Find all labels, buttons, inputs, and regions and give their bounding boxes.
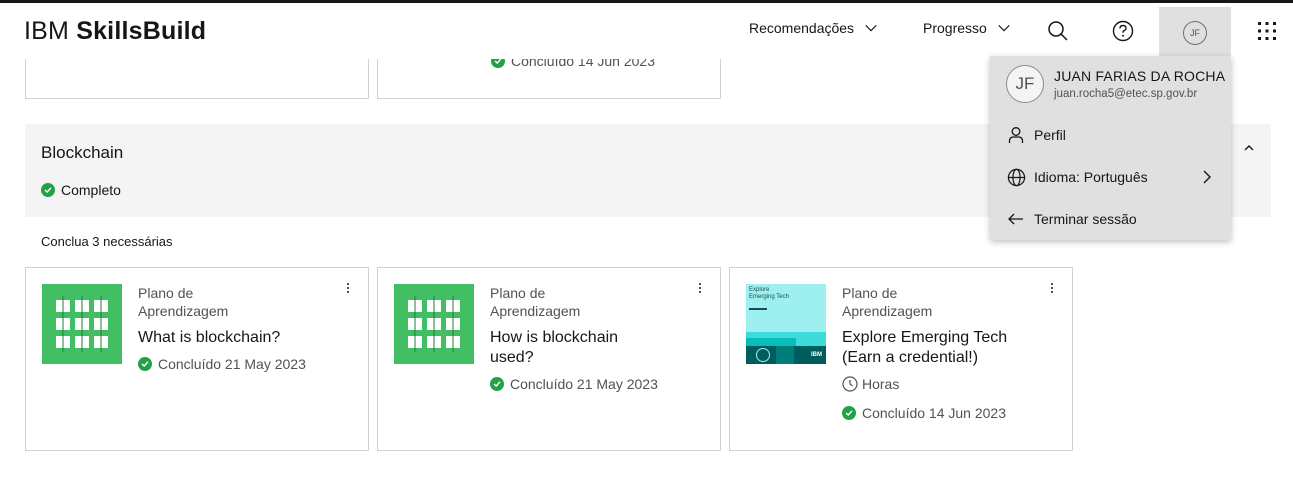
user-info: JF JUAN FARIAS DA ROCHA juan.rocha5@etec… <box>990 56 1231 112</box>
section-title: Blockchain <box>41 143 124 162</box>
app-switcher-button[interactable] <box>1243 7 1291 55</box>
menu-item-logout[interactable]: Terminar sessão <box>990 199 1231 239</box>
chevron-up-icon[interactable] <box>1243 142 1255 154</box>
overflow-menu-icon[interactable] <box>1044 278 1060 298</box>
checkmark-icon <box>491 59 505 68</box>
user-menu: JF JUAN FARIAS DA ROCHA juan.rocha5@etec… <box>990 56 1231 240</box>
thumbnail-text: Explore Emerging Tech <box>749 287 789 300</box>
ibm-logo: IBM <box>811 352 822 358</box>
avatar: JF <box>1006 65 1044 103</box>
arrow-left-icon <box>1006 209 1026 229</box>
user-email: juan.rocha5@etec.sp.gov.br <box>1054 88 1198 100</box>
user-avatar-button[interactable]: JF <box>1159 7 1231 59</box>
card-status: Concluído 21 May 2023 <box>490 376 658 392</box>
blockchain-thumbnail <box>394 284 474 364</box>
app-switcher-icon <box>1258 22 1276 40</box>
card-title[interactable]: Explore Emerging Tech (Earn a credential… <box>842 328 1032 368</box>
course-card[interactable]: Explore Emerging Tech IBM Plano de Aprend… <box>729 267 1073 451</box>
card-title[interactable]: What is blockchain? <box>138 328 318 348</box>
nav-progress-label: Progresso <box>923 20 987 36</box>
menu-item-profile[interactable]: Perfil <box>990 115 1231 155</box>
help-button[interactable] <box>1099 7 1147 55</box>
help-icon <box>1112 20 1134 42</box>
card-status: Concluído 21 May 2023 <box>138 356 306 372</box>
card-duration: Horas <box>842 376 899 392</box>
checkmark-icon <box>842 406 856 420</box>
globe-icon <box>1006 167 1026 187</box>
card-type: Plano de Aprendizagem <box>842 285 933 319</box>
header: IBM SkillsBuild Recomendações Progresso … <box>0 3 1293 59</box>
user-name: JUAN FARIAS DA ROCHA <box>1054 68 1226 84</box>
card-type: Plano de Aprendizagem <box>138 285 229 319</box>
previous-card[interactable]: Concluído 14 Jun 2023 <box>377 59 721 99</box>
section-status: Completo <box>41 182 121 198</box>
card-status: Concluído 14 Jun 2023 <box>842 405 1006 421</box>
previous-card[interactable] <box>25 59 369 99</box>
avatar: JF <box>1183 21 1207 45</box>
course-card[interactable]: Plano de Aprendizagem How is blockchain … <box>377 267 721 451</box>
card-title[interactable]: How is blockchain used? <box>490 328 650 368</box>
nav-recommendations-label: Recomendações <box>749 20 855 36</box>
user-icon <box>1006 125 1026 145</box>
clock-icon <box>842 376 858 392</box>
nav-recommendations[interactable]: Recomendações <box>749 20 878 36</box>
checkmark-icon <box>490 377 504 391</box>
chevron-down-icon <box>865 24 877 32</box>
checkmark-icon <box>41 183 55 197</box>
menu-item-label: Perfil <box>1034 127 1066 143</box>
card-type: Plano de Aprendizagem <box>490 285 581 319</box>
chevron-right-icon <box>1203 170 1211 184</box>
nav-progress[interactable]: Progresso <box>923 20 1011 36</box>
search-button[interactable] <box>1034 7 1082 55</box>
course-card[interactable]: Plano de Aprendizagem What is blockchain… <box>25 267 369 451</box>
chevron-down-icon <box>998 24 1010 32</box>
menu-item-language[interactable]: Idioma: Português <box>990 157 1231 197</box>
emerging-tech-thumbnail: Explore Emerging Tech IBM <box>746 284 826 364</box>
section-status-label: Completo <box>61 182 121 198</box>
overflow-menu-icon[interactable] <box>692 278 708 298</box>
blockchain-thumbnail <box>42 284 122 364</box>
search-icon <box>1048 21 1068 41</box>
overflow-menu-icon[interactable] <box>340 278 356 298</box>
menu-item-label: Terminar sessão <box>1034 211 1137 227</box>
checkmark-icon <box>138 357 152 371</box>
menu-item-label: Idioma: Português <box>1034 169 1148 185</box>
brand-logo[interactable]: IBM SkillsBuild <box>24 17 206 46</box>
requirement-text: Conclua 3 necessárias <box>41 234 173 249</box>
card-status: Concluído 14 Jun 2023 <box>491 59 655 69</box>
